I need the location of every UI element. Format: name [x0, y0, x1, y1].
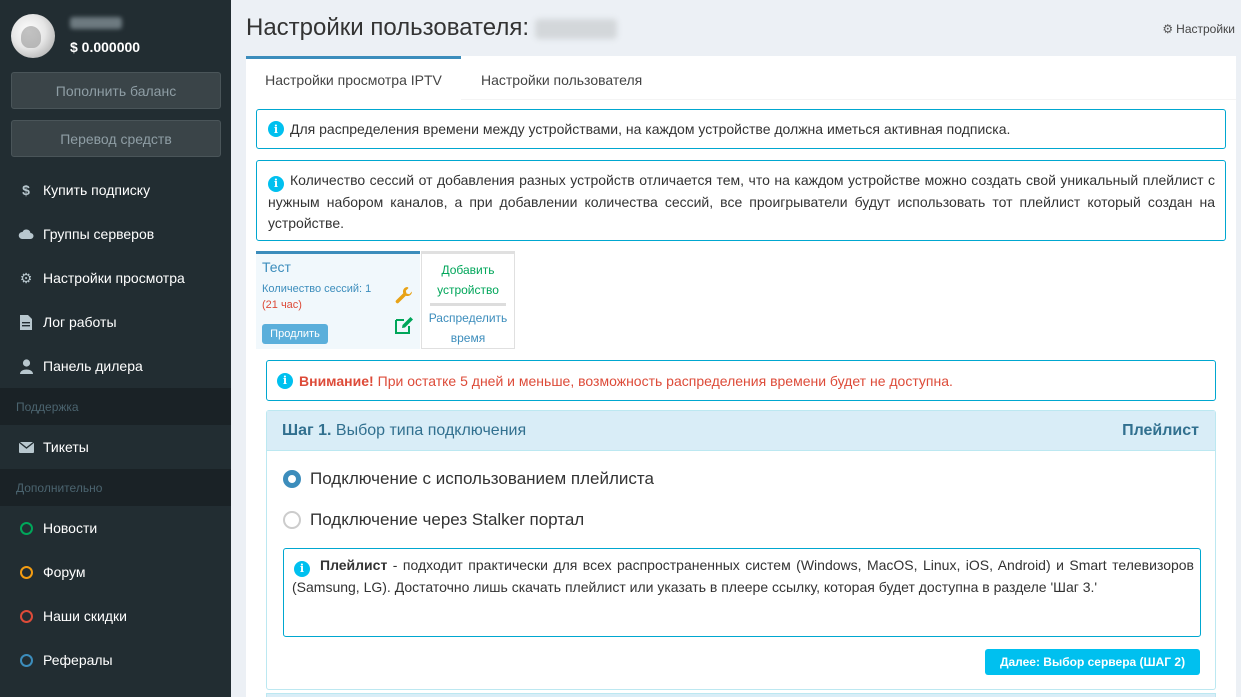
circle-icon	[18, 652, 34, 668]
user-panel: $ 0.000000	[0, 0, 231, 72]
username-blurred	[70, 17, 122, 29]
desc-bold: Плейлист	[320, 557, 388, 573]
sidebar-item-label: Лог работы	[43, 314, 117, 330]
dollar-icon: $	[22, 182, 30, 198]
info-icon: i	[277, 372, 293, 389]
sidebar-item-label: Новости	[43, 520, 98, 536]
device-name: Тест	[262, 259, 291, 275]
step-title: Шаг 1. Выбор типа подключения	[282, 422, 526, 440]
info-sessions-text: Количество сессий от добавления разных у…	[268, 172, 1215, 231]
circle-icon	[18, 564, 34, 580]
page-title-text: Настройки пользователя:	[246, 14, 529, 41]
settings-link-label: Настройки	[1176, 22, 1235, 36]
user-icon	[18, 358, 34, 374]
sidebar: $ 0.000000 Пополнить баланс Перевод сред…	[0, 0, 231, 697]
top-up-button[interactable]: Пополнить баланс	[11, 72, 221, 109]
info-icon: i	[268, 175, 284, 192]
sidebar-item-discounts[interactable]: Наши скидки	[0, 594, 231, 638]
tab-iptv-settings[interactable]: Настройки просмотра IPTV	[246, 56, 461, 100]
divider	[430, 303, 506, 306]
info-icon: i	[294, 561, 310, 577]
step-panel: Шаг 1. Выбор типа подключения Плейлист П…	[266, 410, 1216, 690]
page-title: Настройки пользователя:	[246, 14, 617, 42]
gear-icon: ⚙	[1162, 22, 1174, 36]
sidebar-item-server-groups[interactable]: Группы серверов	[0, 212, 231, 256]
warning-text: При остатке 5 дней и меньше, возможность…	[377, 372, 953, 389]
tabs: Настройки просмотра IPTV Настройки польз…	[246, 56, 1236, 100]
menu-header-extra: Дополнительно	[0, 469, 231, 506]
step-title-text: Выбор типа подключения	[335, 421, 527, 439]
circle-icon	[18, 520, 34, 536]
extend-button[interactable]: Продлить	[262, 324, 328, 344]
tab-user-settings[interactable]: Настройки пользователя	[481, 56, 642, 100]
settings-link[interactable]: ⚙ Настройки	[1162, 22, 1235, 36]
circle-icon	[18, 608, 34, 624]
sidebar-item-work-log[interactable]: Лог работы	[0, 300, 231, 344]
settings-box: Настройки просмотра IPTV Настройки польз…	[246, 56, 1236, 697]
info-distribution: i Для распределения времени между устрой…	[256, 109, 1226, 149]
distribute-line2: время	[450, 331, 486, 345]
main-content: Настройки пользователя: ⚙ Настройки Наст…	[231, 0, 1241, 697]
sidebar-item-label: Панель дилера	[43, 358, 143, 374]
add-device-line1: Добавить	[441, 263, 495, 277]
sidebar-item-label: Группы серверов	[43, 226, 155, 242]
info-distribution-text: Для распределения времени между устройст…	[290, 120, 1011, 137]
sidebar-item-forum[interactable]: Форум	[0, 550, 231, 594]
sidebar-item-label: Рефералы	[43, 652, 113, 668]
radio-checked[interactable]	[283, 470, 301, 488]
sidebar-item-tickets[interactable]: Тикеты	[0, 425, 231, 469]
warning-alert: i Внимание! При остатке 5 дней и меньше,…	[266, 360, 1216, 401]
add-device-link[interactable]: Добавить устройство	[422, 260, 514, 300]
step-header: Шаг 1. Выбор типа подключения Плейлист	[267, 411, 1215, 451]
radio-option-playlist[interactable]: Подключение с использованием плейлиста	[283, 469, 654, 489]
avatar[interactable]	[11, 14, 55, 58]
sidebar-item-label: Настройки просмотра	[43, 270, 185, 286]
device-time-left: (21 час)	[262, 299, 302, 311]
document-icon	[18, 314, 34, 330]
menu-header-support: Поддержка	[0, 388, 231, 425]
balance: $ 0.000000	[70, 39, 141, 55]
sidebar-item-dealer-panel[interactable]: Панель дилера	[0, 344, 231, 388]
sidebar-item-label: Форум	[43, 564, 86, 580]
device-sessions: Количество сессий: 1	[262, 283, 372, 295]
radio-label: Подключение с использованием плейлиста	[310, 469, 654, 488]
radio-label: Подключение через Stalker портал	[310, 510, 585, 529]
transfer-button[interactable]: Перевод средств	[11, 120, 221, 157]
warning-label: Внимание!	[299, 372, 374, 389]
info-sessions: i Количество сессий от добавления разных …	[256, 160, 1226, 241]
distribute-line1: Распределить	[428, 311, 508, 325]
sidebar-item-buy-subscription[interactable]: $ Купить подписку	[0, 168, 231, 212]
wrench-icon[interactable]	[395, 286, 413, 309]
info-icon: i	[268, 121, 284, 137]
sidebar-item-view-settings[interactable]: ⚙ Настройки просмотра	[0, 256, 231, 300]
gear-icon: ⚙	[19, 269, 33, 286]
radio-option-stalker[interactable]: Подключение через Stalker портал	[283, 510, 584, 530]
add-device-card: Добавить устройство Распределить время	[421, 251, 515, 349]
sidebar-item-referrals[interactable]: Рефералы	[0, 638, 231, 682]
step-current-choice: Плейлист	[1122, 421, 1199, 439]
username-title-blurred	[535, 18, 617, 39]
playlist-description: i Плейлист - подходит практически для все…	[283, 548, 1201, 637]
envelope-icon	[18, 439, 34, 455]
desc-text: - подходит практически для всех распрост…	[292, 557, 1194, 595]
add-device-line2: устройство	[437, 283, 499, 297]
next-step-button[interactable]: Далее: Выбор сервера (ШАГ 2)	[985, 649, 1200, 675]
sidebar-item-news[interactable]: Новости	[0, 506, 231, 550]
edit-icon[interactable]	[395, 316, 414, 339]
step-number: Шаг 1.	[282, 421, 332, 439]
sidebar-item-label: Наши скидки	[43, 608, 127, 624]
sidebar-item-label: Купить подписку	[43, 182, 151, 198]
next-panel-edge	[266, 693, 1216, 697]
device-card[interactable]: Тест Количество сессий: 1 (21 час) Продл…	[256, 251, 420, 349]
radio-unchecked[interactable]	[283, 511, 301, 529]
cloud-icon	[18, 226, 34, 242]
sidebar-item-label: Тикеты	[43, 439, 89, 455]
distribute-time-link[interactable]: Распределить время	[422, 308, 514, 348]
user-info: $ 0.000000	[70, 17, 140, 55]
